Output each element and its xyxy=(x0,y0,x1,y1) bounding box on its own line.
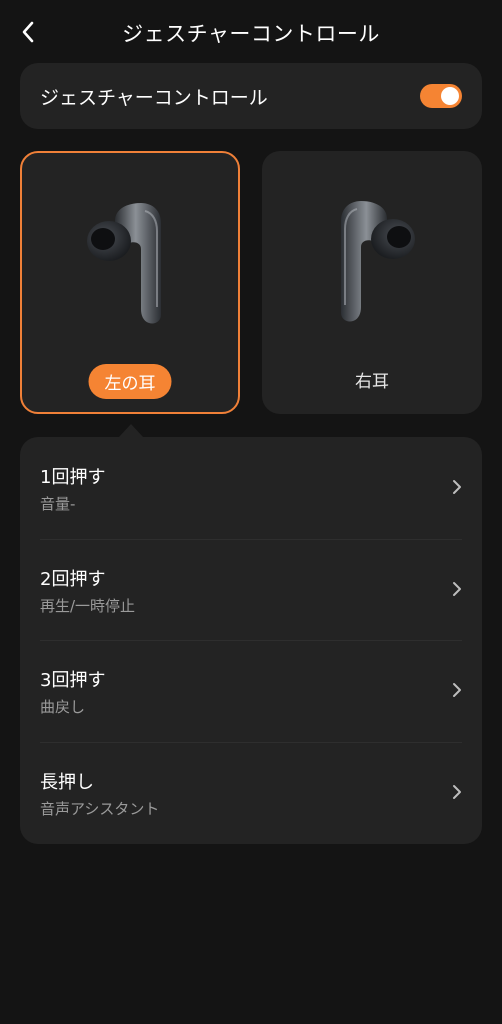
right-ear-card[interactable]: 右耳 xyxy=(262,151,482,414)
list-item-long-press[interactable]: 長押し 音声アシスタント xyxy=(20,741,482,844)
item-title: 1回押す xyxy=(40,467,106,488)
item-title: 3回押す xyxy=(40,670,106,691)
item-value: 曲戻し xyxy=(40,698,86,716)
left-ear-label: 左の耳 xyxy=(88,364,172,399)
page-title: ジェスチャーコントロール xyxy=(122,22,380,46)
left-ear-card[interactable]: 左の耳 xyxy=(20,151,240,414)
left-earbud-image xyxy=(87,203,161,324)
chevron-right-icon xyxy=(453,683,461,697)
chevron-right-icon xyxy=(453,480,461,494)
gesture-control-label: ジェスチャーコントロール xyxy=(40,86,268,109)
item-value: 音量- xyxy=(40,495,76,513)
item-title: 2回押す xyxy=(40,568,106,590)
right-ear-label: 右耳 xyxy=(355,372,389,392)
right-earbud-image xyxy=(341,201,415,322)
list-item-single-press[interactable]: 1回押す 音量- xyxy=(20,437,482,539)
chevron-right-icon xyxy=(453,581,461,596)
item-title: 長押し xyxy=(40,771,94,793)
chevron-right-icon xyxy=(453,784,461,799)
selection-pointer xyxy=(119,424,143,437)
item-value: 再生/一時停止 xyxy=(40,596,136,615)
list-item-triple-press[interactable]: 3回押す 曲戻し xyxy=(20,640,482,742)
item-value: 音声アシスタント xyxy=(40,799,160,818)
header: ジェスチャーコントロール xyxy=(0,0,502,64)
gesture-action-list: 1回押す 音量- 2回押す 再生/一時停止 3回押す 曲戻し 長押し 音声アシス… xyxy=(20,437,482,844)
list-item-double-press[interactable]: 2回押す 再生/一時停止 xyxy=(20,538,482,641)
gesture-control-toggle[interactable] xyxy=(420,84,462,108)
toggle-knob xyxy=(441,87,459,105)
gesture-control-row: ジェスチャーコントロール xyxy=(20,63,482,129)
